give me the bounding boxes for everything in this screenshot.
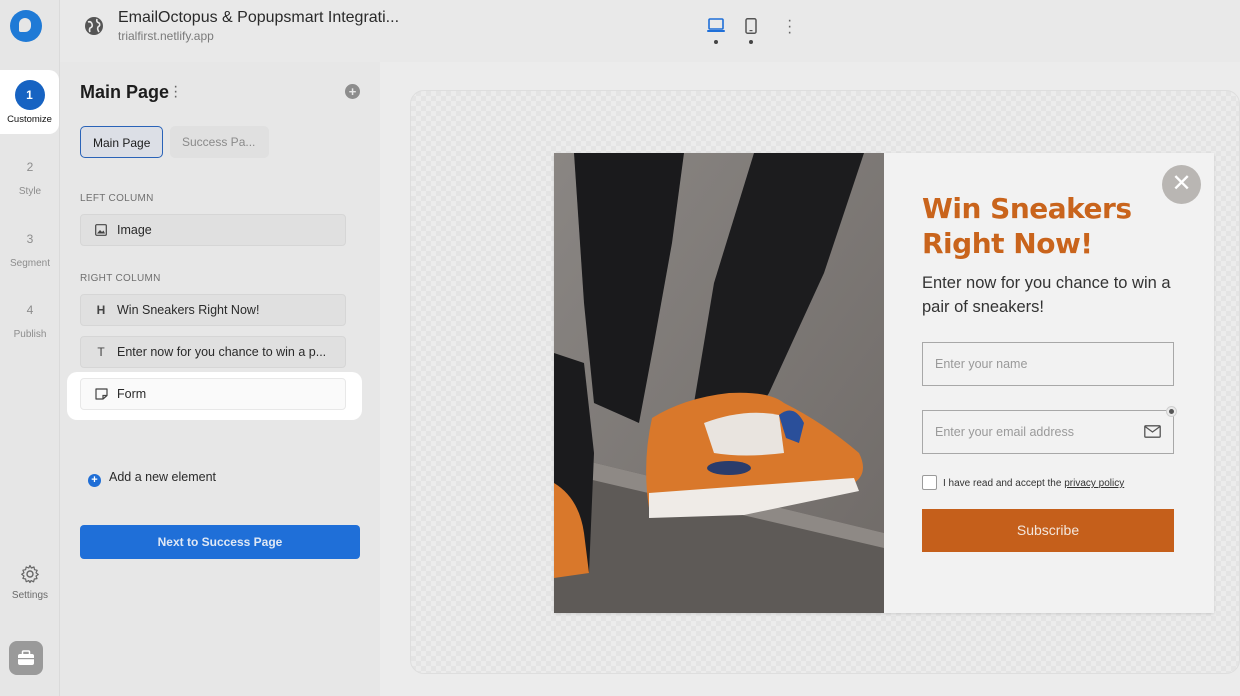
mobile-icon	[745, 18, 757, 34]
settings-label: Settings	[11, 590, 49, 601]
name-field[interactable]: Enter your name	[922, 342, 1174, 386]
indicator-dot	[749, 40, 753, 44]
step-label: Publish	[13, 329, 47, 340]
email-field[interactable]: Enter your email address	[922, 410, 1174, 454]
editor-panel: Main Page · · · + Main Page Success Pa... …	[60, 62, 380, 696]
plus-icon: +	[348, 84, 357, 99]
step-label: Segment	[9, 258, 51, 269]
name-placeholder: Enter your name	[935, 357, 1028, 371]
desktop-icon	[707, 18, 725, 32]
top-bar: EmailOctopus & Popupsmart Integrati... t…	[60, 0, 1240, 62]
consent-text: I have read and accept the	[943, 478, 1062, 489]
globe-icon	[85, 17, 103, 35]
element-form[interactable]: Form	[80, 378, 346, 410]
popup-preview: ✕ Win Sneakers Right Now! Enter now for …	[554, 153, 1214, 613]
tab-main-page[interactable]: Main Page	[80, 126, 164, 158]
subscribe-button[interactable]: Subscribe	[922, 509, 1174, 552]
mail-icon	[1144, 425, 1161, 438]
popup-subtext: Enter now for you chance to win a pair o…	[922, 274, 1171, 316]
step-number: 4	[26, 303, 34, 317]
email-placeholder: Enter your email address	[935, 425, 1074, 439]
step-style[interactable]: 2 Style	[0, 160, 60, 197]
more-options-button[interactable]: · · ·	[787, 13, 792, 41]
tab-success-page[interactable]: Success Pa...	[170, 126, 269, 158]
popup-headline: Win Sneakers Right Now!	[922, 192, 1132, 260]
step-customize[interactable]: 1 Customize	[0, 70, 59, 134]
element-label: Win Sneakers Right Now!	[117, 303, 260, 317]
required-indicator	[1166, 406, 1177, 417]
left-column-label: LEFT COLUMN	[80, 193, 154, 204]
privacy-policy-link[interactable]: privacy policy	[1064, 478, 1124, 489]
briefcase-icon	[18, 650, 34, 665]
plus-icon: +	[88, 474, 101, 487]
add-page-button[interactable]: +	[345, 84, 360, 99]
site-url: trialfirst.netlify.app	[118, 29, 214, 43]
sneaker-photo-illustration	[554, 153, 884, 613]
mobile-view-button[interactable]	[744, 18, 758, 44]
kebab-icon: · · ·	[173, 78, 179, 105]
page-options-button[interactable]: · · ·	[173, 79, 178, 105]
heading-icon: H	[96, 303, 106, 317]
settings-button[interactable]: Settings	[0, 564, 60, 601]
consent-checkbox[interactable]	[922, 475, 937, 490]
next-to-success-page-button[interactable]: Next to Success Page	[80, 525, 360, 559]
step-number: 1	[14, 80, 45, 110]
step-label: Customize	[7, 114, 52, 125]
element-label: Form	[117, 387, 147, 401]
step-label: Style	[18, 186, 42, 197]
step-number: 2	[26, 160, 34, 174]
element-label: Enter now for you chance to win a p...	[117, 345, 327, 359]
active-indicator	[714, 40, 718, 44]
briefcase-button[interactable]	[9, 641, 43, 675]
add-element-button[interactable]: + Add a new element	[88, 470, 216, 487]
step-segment[interactable]: 3 Segment	[0, 232, 60, 269]
right-column-label: RIGHT COLUMN	[80, 273, 161, 284]
step-number: 3	[26, 232, 34, 246]
gear-icon	[21, 564, 39, 584]
element-label: Image	[117, 223, 152, 237]
add-element-label: Add a new element	[109, 470, 217, 484]
element-text[interactable]: T Enter now for you chance to win a p...	[80, 336, 346, 368]
step-publish[interactable]: 4 Publish	[0, 303, 60, 340]
text-icon: T	[97, 345, 105, 359]
kebab-icon: · · ·	[787, 12, 793, 41]
left-rail: 1 Customize 2 Style 3 Segment 4 Publish …	[0, 0, 60, 696]
page-title: Main Page	[80, 82, 170, 102]
element-image[interactable]: Image	[80, 214, 346, 246]
element-heading[interactable]: H Win Sneakers Right Now!	[80, 294, 346, 326]
sneaker-image[interactable]	[554, 153, 884, 613]
desktop-view-button[interactable]	[706, 18, 726, 44]
consent-row: I have read and accept the privacy polic…	[922, 475, 1124, 491]
site-title: EmailOctopus & Popupsmart Integrati...	[118, 9, 400, 26]
app-logo[interactable]	[10, 10, 42, 42]
